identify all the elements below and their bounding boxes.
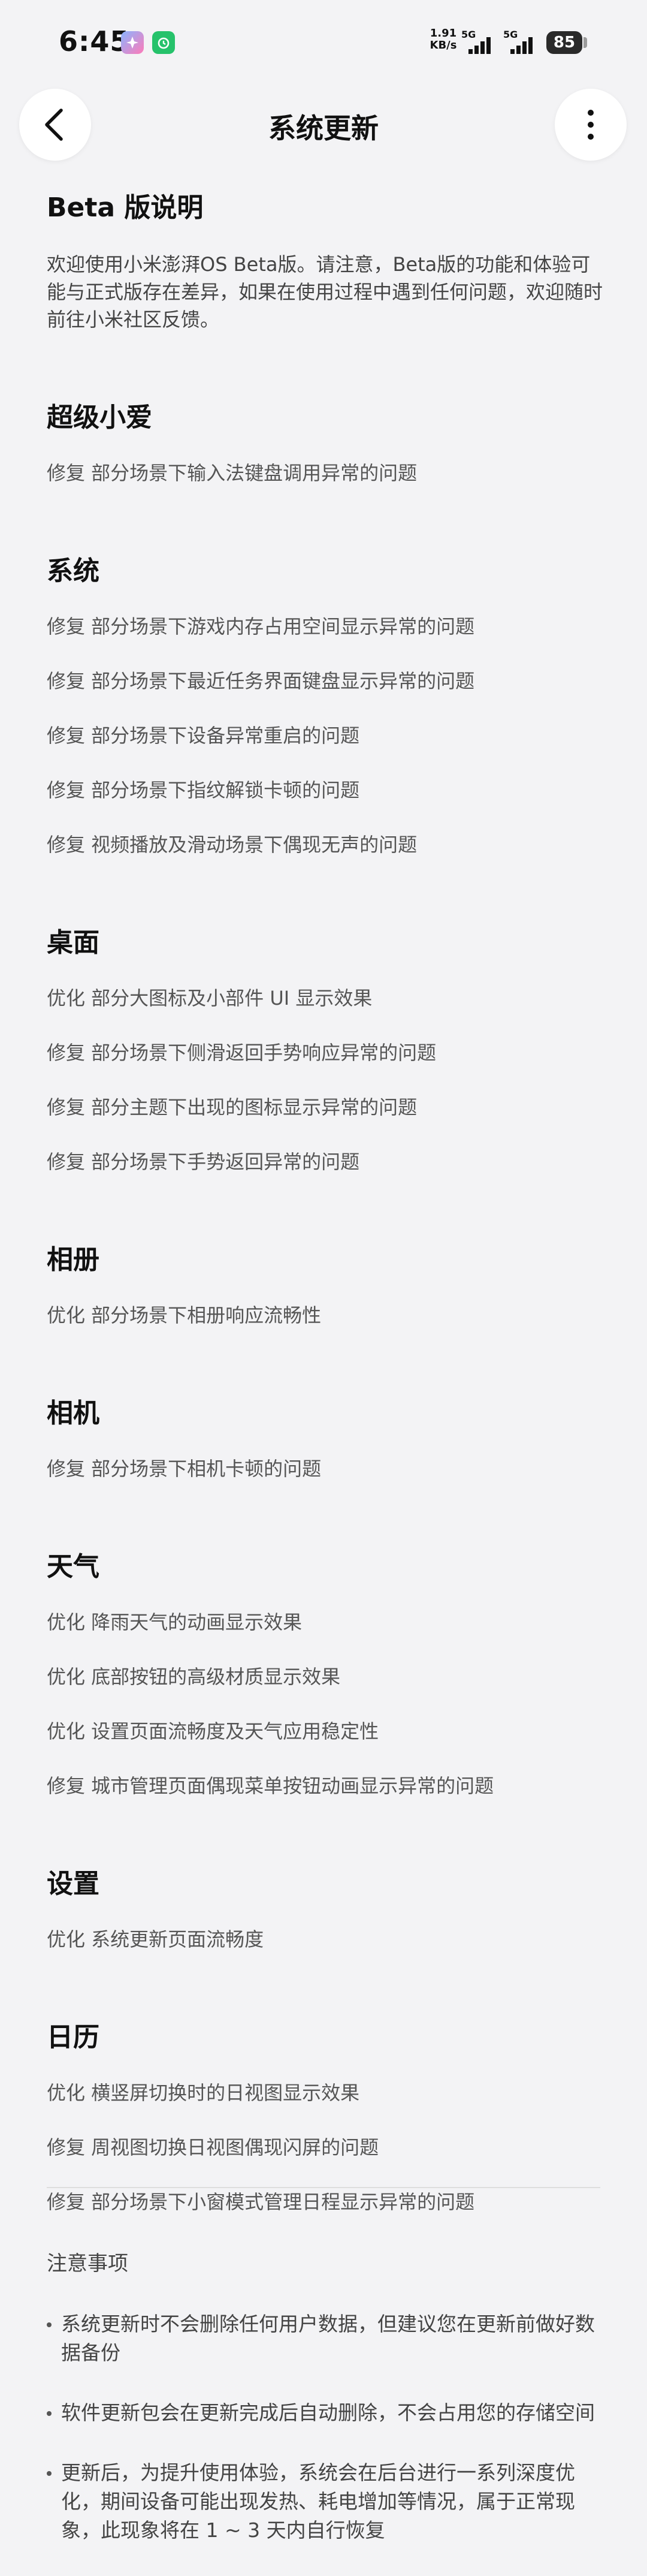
list-item: 修复 周视图切换日视图偶现闪屏的问题 bbox=[47, 2136, 379, 2159]
list-item: 优化 降雨天气的动画显示效果 bbox=[47, 1611, 303, 1634]
list-item: 修复 部分场景下输入法键盘调用异常的问题 bbox=[47, 462, 418, 484]
section-calendar: 日历 优化 横竖屏切换时的日视图显示效果 修复 周视图切换日视图偶现闪屏的问题 … bbox=[47, 2015, 604, 2216]
list-item: 修复 部分场景下小窗模式管理日程显示异常的问题 bbox=[47, 2191, 475, 2213]
section-title: 桌面 bbox=[47, 927, 99, 958]
battery-indicator: 85 bbox=[546, 31, 582, 54]
signal-bars-icon bbox=[510, 37, 533, 54]
notes-section: 注意事项 系统更新时不会删除任何用户数据，但建议您在更新前做好数据备份 软件更新… bbox=[47, 2247, 604, 2576]
list-item: 优化 部分场景下相册响应流畅性 bbox=[47, 1304, 322, 1327]
more-options-button[interactable] bbox=[555, 89, 627, 161]
section-title: 超级小爱 bbox=[47, 402, 152, 433]
list-item: 优化 横竖屏切换时的日视图显示效果 bbox=[47, 2081, 360, 2104]
list-item: 优化 系统更新页面流畅度 bbox=[47, 1928, 264, 1951]
section-title: 相机 bbox=[47, 1398, 99, 1429]
list-item: 修复 部分场景下最近任务界面键盘显示异常的问题 bbox=[47, 670, 475, 692]
update-notes: Beta 版说明 欢迎使用小米澎湃OS Beta版。请注意，Beta版的功能和体… bbox=[47, 186, 604, 2216]
list-item: 优化 底部按钮的高级材质显示效果 bbox=[47, 1665, 341, 1688]
section-desktop: 桌面 优化 部分大图标及小部件 UI 显示效果 修复 部分场景下侧滑返回手势响应… bbox=[47, 921, 604, 1176]
status-bar: 6:45 1.91 KB/s 5G 5G 85 bbox=[0, 0, 647, 84]
note-item: 更新后，为提升使用体验，系统会在后台进行一系列深度优化，期间设备可能出现发热、耗… bbox=[47, 2459, 604, 2545]
list-item: 优化 设置页面流畅度及天气应用稳定性 bbox=[47, 1720, 379, 1743]
section-title: 相册 bbox=[47, 1245, 99, 1275]
list-item: 修复 部分场景下手势返回异常的问题 bbox=[47, 1150, 360, 1173]
page-title: 系统更新 bbox=[268, 112, 379, 144]
more-vertical-icon bbox=[588, 110, 594, 140]
section-gallery: 相册 优化 部分场景下相册响应流畅性 bbox=[47, 1238, 604, 1329]
note-item: 软件更新包会在更新完成后自动删除，不会占用您的存储空间 bbox=[47, 2399, 604, 2427]
section-system: 系统 修复 部分场景下游戏内存占用空间显示异常的问题 修复 部分场景下最近任务界… bbox=[47, 549, 604, 858]
alarm-app-icon bbox=[152, 31, 175, 54]
list-item: 修复 部分场景下相机卡顿的问题 bbox=[47, 1457, 322, 1480]
list-item: 修复 部分主题下出现的图标显示异常的问题 bbox=[47, 1096, 418, 1119]
list-item: 优化 部分大图标及小部件 UI 显示效果 bbox=[47, 987, 373, 1010]
section-title: 日历 bbox=[47, 2022, 99, 2053]
network-speed: 1.91 KB/s bbox=[430, 27, 457, 52]
note-item: 系统更新时不会删除任何用户数据，但建议您在更新前做好数据备份 bbox=[47, 2310, 604, 2367]
section-title: 系统 bbox=[47, 556, 99, 586]
section-super-xiaoai: 超级小爱 修复 部分场景下输入法键盘调用异常的问题 bbox=[47, 396, 604, 487]
list-item: 修复 城市管理页面偶现菜单按钮动画显示异常的问题 bbox=[47, 1774, 494, 1797]
section-camera: 相机 修复 部分场景下相机卡顿的问题 bbox=[47, 1391, 604, 1483]
section-title: 设置 bbox=[47, 1869, 99, 1899]
section-weather: 天气 优化 降雨天气的动画显示效果 优化 底部按钮的高级材质显示效果 优化 设置… bbox=[47, 1545, 604, 1800]
app-notification-icon bbox=[121, 31, 144, 54]
signal-bars-icon bbox=[468, 37, 491, 54]
beta-description: 欢迎使用小米澎湃OS Beta版。请注意，Beta版的功能和体验可能与正式版存在… bbox=[47, 253, 603, 331]
list-item: 修复 部分场景下游戏内存占用空间显示异常的问题 bbox=[47, 615, 475, 638]
divider bbox=[47, 2187, 600, 2188]
list-item: 修复 视频播放及滑动场景下偶现无声的问题 bbox=[47, 833, 418, 856]
section-settings: 设置 优化 系统更新页面流畅度 bbox=[47, 1862, 604, 1953]
list-item: 修复 部分场景下指纹解锁卡顿的问题 bbox=[47, 779, 360, 802]
battery-tip bbox=[583, 37, 587, 48]
notes-title: 注意事项 bbox=[47, 2252, 128, 2276]
list-item: 修复 部分场景下设备异常重启的问题 bbox=[47, 724, 360, 747]
status-time: 6:45 bbox=[59, 25, 130, 58]
list-item: 修复 部分场景下侧滑返回手势响应异常的问题 bbox=[47, 1041, 437, 1064]
beta-title: Beta 版说明 bbox=[47, 192, 204, 223]
section-title: 天气 bbox=[47, 1551, 99, 1582]
